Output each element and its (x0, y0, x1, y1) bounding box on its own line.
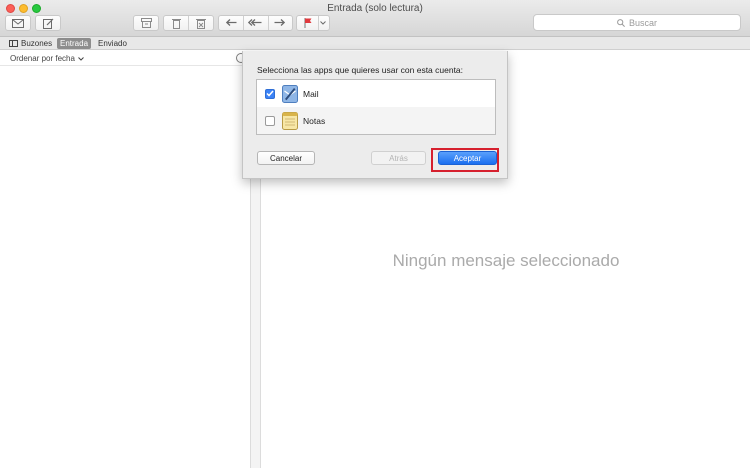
archive-button[interactable] (133, 15, 159, 31)
mail-checkbox[interactable] (265, 88, 275, 99)
trash-button[interactable] (165, 18, 189, 29)
archive-icon (140, 18, 152, 28)
no-message-selected-text: Ningún mensaje seleccionado (392, 251, 620, 270)
mail-window: Entrada (solo lectura) Buscar Buzones En… (0, 0, 750, 468)
list-item[interactable]: Notas (257, 107, 495, 134)
chevron-down-icon (320, 21, 326, 25)
notes-app-icon (282, 111, 298, 130)
cancel-button[interactable]: Cancelar (257, 151, 315, 165)
app-list: Mail Notas (256, 79, 496, 135)
compose-icon (42, 18, 53, 29)
window-title: Entrada (solo lectura) (327, 3, 423, 14)
highlight-box (431, 148, 499, 172)
checkmark-icon (266, 90, 274, 97)
fav-sent-button[interactable]: Enviado (95, 38, 130, 49)
notes-checkbox[interactable] (265, 115, 275, 126)
separator (268, 16, 269, 30)
separator (188, 16, 189, 30)
notes-app-label: Notas (303, 115, 326, 126)
separator (243, 16, 244, 30)
mail-app-label: Mail (303, 88, 319, 99)
forward-button[interactable] (268, 19, 292, 27)
fav-inbox-button[interactable]: Entrada (57, 38, 92, 49)
envelope-icon (12, 18, 24, 28)
mail-app-icon (282, 84, 298, 103)
compose-button[interactable] (35, 15, 61, 31)
separator (318, 16, 319, 30)
message-list: Ordenar por fecha (0, 51, 251, 468)
sort-menu[interactable]: Ordenar por fecha (10, 54, 84, 63)
trash-icon (172, 18, 181, 29)
fav-inbox-label: Entrada (60, 39, 89, 48)
fav-sent-label: Enviado (98, 39, 127, 48)
reply-group (218, 15, 293, 31)
list-item[interactable]: Mail (257, 80, 495, 107)
reply-all-button[interactable] (243, 19, 267, 27)
reply-button[interactable] (219, 19, 243, 27)
sort-label: Ordenar por fecha (10, 54, 75, 63)
fav-mailboxes-button[interactable]: Buzones (6, 38, 55, 49)
divider (0, 65, 251, 66)
junk-button[interactable] (189, 18, 213, 29)
flag-button[interactable] (296, 15, 330, 31)
back-button[interactable]: Atrás (371, 151, 426, 165)
toolbar: Entrada (solo lectura) Buscar (0, 0, 750, 37)
chevron-down-icon (78, 56, 84, 61)
search-icon (617, 18, 625, 27)
sidebar-icon (9, 40, 18, 47)
reply-all-icon (248, 19, 262, 26)
favorites-bar: Buzones Entrada Enviado (0, 37, 750, 50)
flag-icon (304, 18, 312, 28)
dialog-title: Selecciona las apps que quieres usar con… (257, 65, 464, 75)
reply-icon (225, 19, 237, 26)
junk-icon (195, 18, 206, 29)
search-field[interactable]: Buscar (533, 14, 741, 31)
forward-icon (274, 19, 286, 26)
fav-mailboxes-label: Buzones (21, 39, 53, 48)
search-placeholder: Buscar (628, 17, 657, 28)
get-mail-button[interactable] (5, 15, 31, 31)
